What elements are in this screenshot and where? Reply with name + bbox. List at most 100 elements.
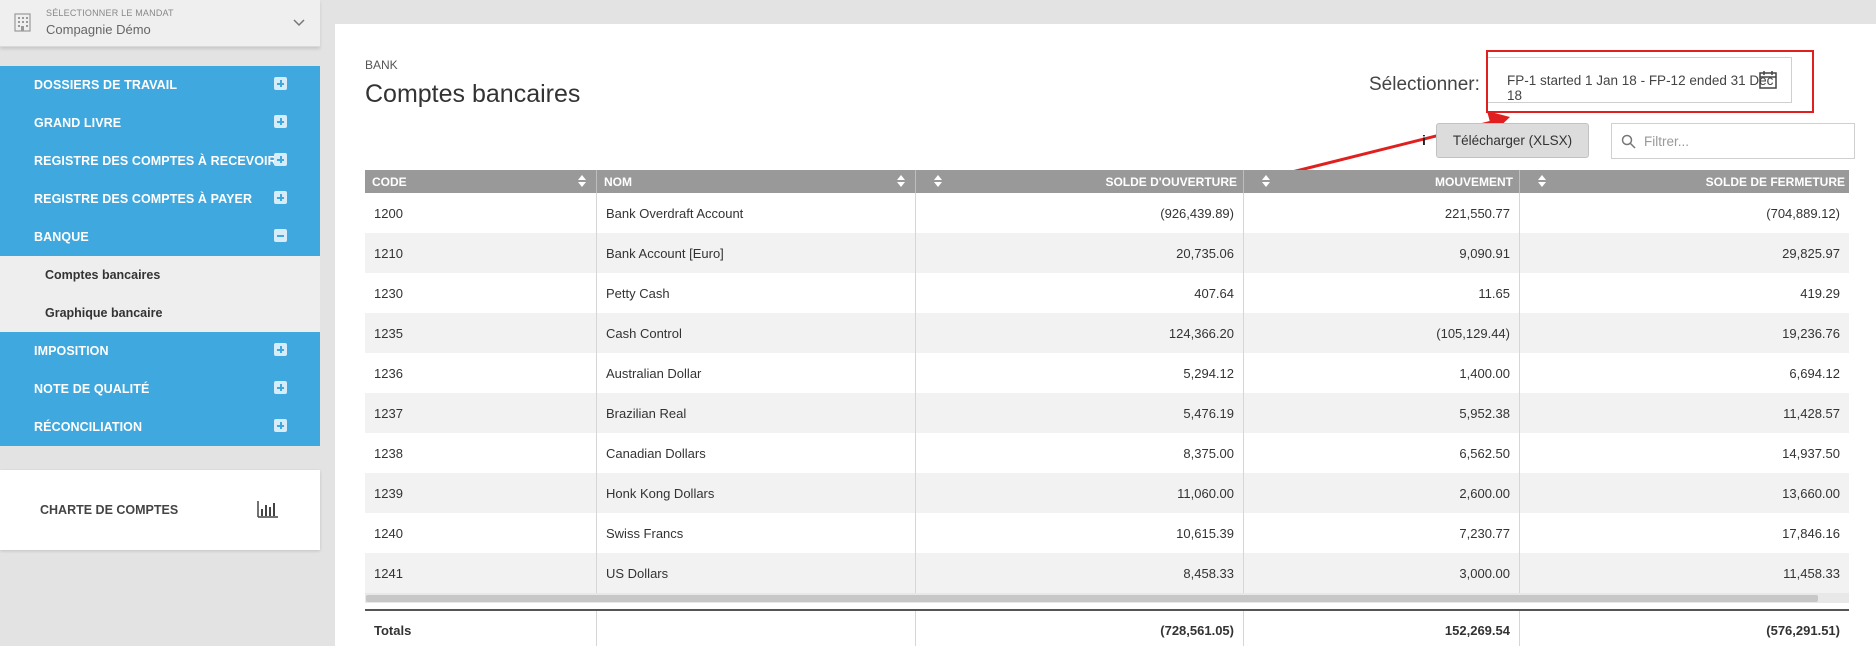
- name-cell: Australian Dollar: [597, 353, 916, 393]
- totals-opening-cell: (728,561.05): [916, 611, 1244, 646]
- opening-balance-cell: 8,458.33: [916, 553, 1244, 593]
- table-row[interactable]: 1240 Swiss Francs 10,615.39 7,230.77 17,846.…: [365, 513, 1849, 553]
- opening-balance-cell: 5,476.19: [916, 393, 1244, 433]
- closing-balance-cell: 29,825.97: [1520, 233, 1849, 273]
- opening-balance-cell: 5,294.12: [916, 353, 1244, 393]
- name-cell: Cash Control: [597, 313, 916, 353]
- column-header-code[interactable]: CODE: [365, 170, 597, 193]
- totals-opening: (728,561.05): [1160, 623, 1234, 638]
- opening-balance-cell: 407.64: [916, 273, 1244, 313]
- name-value: Bank Account [Euro]: [606, 246, 724, 261]
- sidebar-item-label: REGISTRE DES COMPTES À PAYER: [34, 192, 253, 206]
- sidebar: SÉLECTIONNER LE MANDAT Compagnie Démo DO…: [0, 0, 320, 646]
- movement-value: 7,230.77: [1459, 526, 1510, 541]
- table-row[interactable]: 1236 Australian Dollar 5,294.12 1,400.00 6,6…: [365, 353, 1849, 393]
- closing-balance-cell: 17,846.16: [1520, 513, 1849, 553]
- closing-balance-cell: 13,660.00: [1520, 473, 1849, 513]
- sidebar-item-dossiers-de-travail[interactable]: DOSSIERS DE TRAVAIL: [0, 66, 320, 104]
- closing-balance-value: 13,660.00: [1782, 486, 1840, 501]
- expand-plus-icon[interactable]: [274, 77, 287, 90]
- expand-plus-icon[interactable]: [274, 115, 287, 128]
- opening-balance-value: 10,615.39: [1176, 526, 1234, 541]
- closing-balance-value: (704,889.12): [1766, 206, 1840, 221]
- code-value: 1241: [374, 566, 403, 581]
- code-cell: 1241: [365, 553, 597, 593]
- chart-of-accounts-link[interactable]: CHARTE DE COMPTES: [0, 470, 320, 550]
- movement-cell: 5,952.38: [1244, 393, 1520, 433]
- filter-box[interactable]: [1611, 123, 1855, 159]
- table-row[interactable]: 1200 Bank Overdraft Account (926,439.89) 22…: [365, 193, 1849, 233]
- accounts-table: CODE NOM SOLDE D'OUVERTURE MOUVEMENT SOL…: [365, 170, 1849, 646]
- collapse-minus-icon[interactable]: [274, 229, 287, 242]
- name-cell: US Dollars: [597, 553, 916, 593]
- movement-cell: 11.65: [1244, 273, 1520, 313]
- expand-plus-icon[interactable]: [274, 381, 287, 394]
- sidebar-item-label: BANQUE: [34, 230, 89, 244]
- chart-of-accounts-label: CHARTE DE COMPTES: [40, 503, 179, 517]
- column-header-nom[interactable]: NOM: [597, 170, 916, 193]
- opening-balance-value: 124,366.20: [1168, 326, 1234, 341]
- column-header-closing-balance[interactable]: SOLDE DE FERMETURE: [1520, 170, 1849, 193]
- table-row[interactable]: 1237 Brazilian Real 5,476.19 5,952.38 11,428…: [365, 393, 1849, 433]
- sort-icon[interactable]: [934, 175, 942, 188]
- highlight-annotation-box: [1486, 50, 1814, 113]
- horizontal-scrollbar[interactable]: [365, 593, 1849, 603]
- name-cell: Bank Overdraft Account: [597, 193, 916, 233]
- filter-input[interactable]: [1644, 131, 1844, 151]
- sidebar-item-imposition[interactable]: IMPOSITION: [0, 332, 320, 370]
- closing-balance-cell: 419.29: [1520, 273, 1849, 313]
- expand-plus-icon[interactable]: [274, 343, 287, 356]
- sidebar-item-banque[interactable]: BANQUE: [0, 218, 320, 256]
- sidebar-item-note-de-qualite[interactable]: NOTE DE QUALITÉ: [0, 370, 320, 408]
- table-row[interactable]: 1210 Bank Account [Euro] 20,735.06 9,090.91…: [365, 233, 1849, 273]
- name-cell: Honk Kong Dollars: [597, 473, 916, 513]
- expand-plus-icon[interactable]: [274, 419, 287, 432]
- name-value: Canadian Dollars: [606, 446, 706, 461]
- opening-balance-value: 8,375.00: [1183, 446, 1234, 461]
- sort-icon[interactable]: [578, 175, 586, 188]
- chevron-down-icon[interactable]: [292, 16, 306, 30]
- table-row[interactable]: 1230 Petty Cash 407.64 11.65 419.29: [365, 273, 1849, 313]
- sidebar-item-comptes-a-payer[interactable]: REGISTRE DES COMPTES À PAYER: [0, 180, 320, 218]
- table-row[interactable]: 1241 US Dollars 8,458.33 3,000.00 11,458.33: [365, 553, 1849, 593]
- movement-value: 6,562.50: [1459, 446, 1510, 461]
- closing-balance-cell: 14,937.50: [1520, 433, 1849, 473]
- download-xlsx-button[interactable]: Télécharger (XLSX): [1436, 123, 1589, 158]
- table-row[interactable]: 1239 Honk Kong Dollars 11,060.00 2,600.00 13…: [365, 473, 1849, 513]
- closing-balance-cell: (704,889.12): [1520, 193, 1849, 233]
- mandate-selector[interactable]: SÉLECTIONNER LE MANDAT Compagnie Démo: [0, 0, 320, 47]
- movement-cell: (105,129.44): [1244, 313, 1520, 353]
- column-header-label: SOLDE DE FERMETURE: [1705, 175, 1845, 189]
- totals-label-cell: Totals: [365, 611, 597, 646]
- code-value: 1230: [374, 286, 403, 301]
- sidebar-subitem-comptes-bancaires[interactable]: Comptes bancaires: [0, 256, 320, 294]
- movement-value: 1,400.00: [1459, 366, 1510, 381]
- code-cell: 1240: [365, 513, 597, 553]
- table-body: 1200 Bank Overdraft Account (926,439.89) 22…: [365, 193, 1849, 593]
- sidebar-item-reconciliation[interactable]: RÉCONCILIATION: [0, 408, 320, 446]
- info-icon[interactable]: i: [1422, 132, 1426, 148]
- code-value: 1235: [374, 326, 403, 341]
- expand-plus-icon[interactable]: [274, 153, 287, 166]
- code-cell: 1235: [365, 313, 597, 353]
- table-row[interactable]: 1235 Cash Control 124,366.20 (105,129.44) 19…: [365, 313, 1849, 353]
- sort-icon[interactable]: [897, 175, 905, 188]
- movement-cell: 9,090.91: [1244, 233, 1520, 273]
- sidebar-subitem-graphique-bancaire[interactable]: Graphique bancaire: [0, 294, 320, 332]
- movement-cell: 3,000.00: [1244, 553, 1520, 593]
- sort-icon[interactable]: [1262, 175, 1270, 188]
- closing-balance-cell: 11,428.57: [1520, 393, 1849, 433]
- column-header-opening-balance[interactable]: SOLDE D'OUVERTURE: [916, 170, 1244, 193]
- sidebar-item-grand-livre[interactable]: GRAND LIVRE: [0, 104, 320, 142]
- sidebar-item-comptes-a-recevoir[interactable]: REGISTRE DES COMPTES À RECEVOIR: [0, 142, 320, 180]
- sort-icon[interactable]: [1538, 175, 1546, 188]
- name-cell: Petty Cash: [597, 273, 916, 313]
- scrollbar-thumb[interactable]: [366, 595, 1818, 602]
- name-value: US Dollars: [606, 566, 669, 581]
- sidebar-item-label: DOSSIERS DE TRAVAIL: [34, 78, 178, 92]
- sidebar-menu: DOSSIERS DE TRAVAIL GRAND LIVRE REGISTRE…: [0, 66, 320, 446]
- table-row[interactable]: 1238 Canadian Dollars 8,375.00 6,562.50 14,9…: [365, 433, 1849, 473]
- movement-cell: 6,562.50: [1244, 433, 1520, 473]
- expand-plus-icon[interactable]: [274, 191, 287, 204]
- column-header-movement[interactable]: MOUVEMENT: [1244, 170, 1520, 193]
